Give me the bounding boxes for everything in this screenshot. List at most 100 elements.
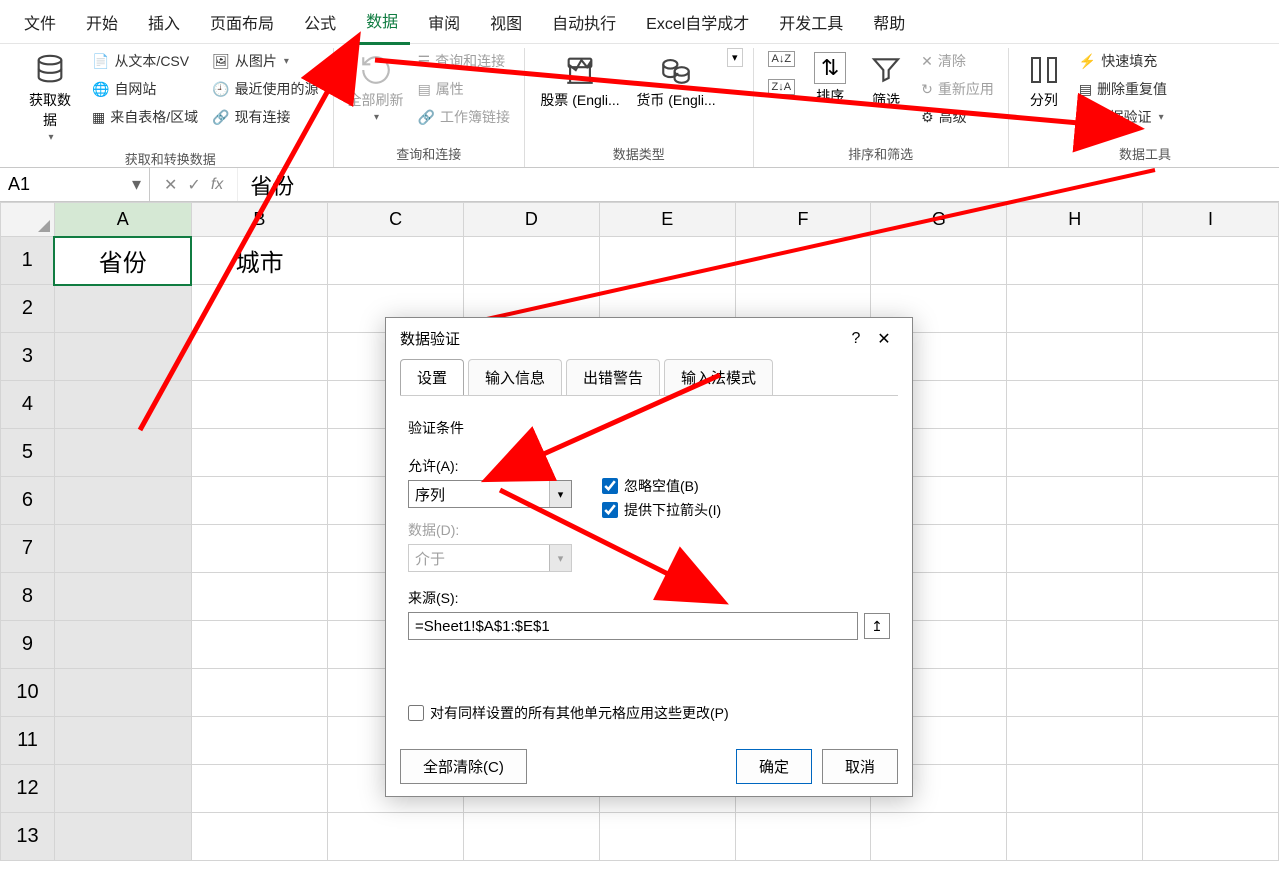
row-header-2[interactable]: 2 — [1, 285, 55, 333]
from-web-button[interactable]: 🌐自网站 — [88, 76, 202, 102]
col-header-G[interactable]: G — [871, 203, 1007, 237]
recent-sources-button[interactable]: 🕘最近使用的源 — [208, 76, 322, 102]
tab-layout[interactable]: 页面布局 — [198, 0, 286, 44]
cell-F1[interactable] — [735, 237, 871, 285]
from-picture-button[interactable]: 🖼从图片▾ — [208, 48, 322, 74]
cell-A9[interactable] — [54, 621, 191, 669]
apply-all-checkbox[interactable]: 对有同样设置的所有其他单元格应用这些更改(P) — [408, 703, 729, 723]
cell-E13[interactable] — [599, 813, 735, 861]
cell-A10[interactable] — [54, 669, 191, 717]
cell-H5[interactable] — [1007, 429, 1143, 477]
cell-B10[interactable] — [191, 669, 328, 717]
in-cell-dropdown-checkbox[interactable]: 提供下拉箭头(I) — [602, 500, 721, 520]
cell-G1[interactable] — [871, 237, 1007, 285]
dialog-tab-error-alert[interactable]: 出错警告 — [566, 359, 660, 395]
row-header-6[interactable]: 6 — [1, 477, 55, 525]
row-header-3[interactable]: 3 — [1, 333, 55, 381]
tab-file[interactable]: 文件 — [12, 0, 68, 44]
name-box[interactable]: A1 ▾ — [0, 168, 150, 201]
range-selector-button[interactable]: ↥ — [864, 613, 890, 639]
ignore-blank-input[interactable] — [602, 478, 618, 494]
cell-B2[interactable] — [191, 285, 328, 333]
cell-I5[interactable] — [1143, 429, 1279, 477]
col-header-F[interactable]: F — [735, 203, 871, 237]
queries-connections-button[interactable]: ☰查询和连接 — [414, 48, 514, 74]
cell-I2[interactable] — [1143, 285, 1279, 333]
source-input[interactable] — [408, 612, 858, 640]
advanced-filter-button[interactable]: ⚙高级 — [917, 104, 998, 130]
formula-input[interactable]: 省份 — [238, 169, 1279, 201]
cell-D13[interactable] — [464, 813, 600, 861]
row-header-13[interactable]: 13 — [1, 813, 55, 861]
enter-icon[interactable]: ✓ — [187, 175, 200, 195]
sort-asc-button[interactable]: A↓Z — [764, 48, 800, 70]
cell-A1[interactable]: 省份 — [54, 237, 191, 285]
existing-connections-button[interactable]: 🔗现有连接 — [208, 104, 322, 130]
cell-H1[interactable] — [1007, 237, 1143, 285]
chevron-down-icon[interactable]: ▾ — [549, 481, 571, 507]
cell-E1[interactable] — [599, 237, 735, 285]
ok-button[interactable]: 确定 — [736, 749, 812, 784]
stocks-button[interactable]: 股票 (Engli... — [535, 48, 625, 114]
row-header-7[interactable]: 7 — [1, 525, 55, 573]
col-header-I[interactable]: I — [1143, 203, 1279, 237]
dialog-titlebar[interactable]: 数据验证 ? ✕ — [386, 318, 912, 359]
cell-A4[interactable] — [54, 381, 191, 429]
cancel-icon[interactable]: ✕ — [164, 175, 177, 195]
cell-B12[interactable] — [191, 765, 328, 813]
cell-A13[interactable] — [54, 813, 191, 861]
cell-H6[interactable] — [1007, 477, 1143, 525]
sort-desc-button[interactable]: Z↓A — [764, 76, 800, 98]
cell-F13[interactable] — [735, 813, 871, 861]
dialog-tab-input-message[interactable]: 输入信息 — [468, 359, 562, 395]
cell-B9[interactable] — [191, 621, 328, 669]
flash-fill-button[interactable]: ⚡快速填充 — [1075, 48, 1171, 74]
sort-button[interactable]: ⇅ 排序 — [805, 48, 855, 110]
cell-A8[interactable] — [54, 573, 191, 621]
data-validation-button[interactable]: ✔数据验证▾ — [1075, 104, 1171, 130]
from-table-button[interactable]: ▦来自表格/区域 — [88, 104, 202, 130]
dialog-tab-ime-mode[interactable]: 输入法模式 — [664, 359, 773, 395]
currency-button[interactable]: 货币 (Engli... — [631, 48, 721, 114]
cell-H13[interactable] — [1007, 813, 1143, 861]
tab-view[interactable]: 视图 — [478, 0, 534, 44]
cell-B7[interactable] — [191, 525, 328, 573]
get-data-button[interactable]: 获取数 据 ▾ — [18, 48, 82, 147]
allow-select[interactable]: 序列 ▾ — [408, 480, 572, 508]
cell-H3[interactable] — [1007, 333, 1143, 381]
row-header-9[interactable]: 9 — [1, 621, 55, 669]
cell-I1[interactable] — [1143, 237, 1279, 285]
cell-I6[interactable] — [1143, 477, 1279, 525]
cell-H10[interactable] — [1007, 669, 1143, 717]
cell-H12[interactable] — [1007, 765, 1143, 813]
cell-I11[interactable] — [1143, 717, 1279, 765]
cell-I3[interactable] — [1143, 333, 1279, 381]
row-header-11[interactable]: 11 — [1, 717, 55, 765]
cancel-button[interactable]: 取消 — [822, 749, 898, 784]
col-header-E[interactable]: E — [599, 203, 735, 237]
col-header-B[interactable]: B — [191, 203, 328, 237]
tab-home[interactable]: 开始 — [74, 0, 130, 44]
cell-I4[interactable] — [1143, 381, 1279, 429]
cell-A3[interactable] — [54, 333, 191, 381]
cell-A5[interactable] — [54, 429, 191, 477]
cell-H11[interactable] — [1007, 717, 1143, 765]
close-button[interactable]: ✕ — [870, 329, 898, 349]
cell-A2[interactable] — [54, 285, 191, 333]
cell-B3[interactable] — [191, 333, 328, 381]
cell-H2[interactable] — [1007, 285, 1143, 333]
row-header-1[interactable]: 1 — [1, 237, 55, 285]
tab-developer[interactable]: 开发工具 — [767, 0, 855, 44]
cell-I10[interactable] — [1143, 669, 1279, 717]
filter-button[interactable]: 筛选 — [861, 48, 911, 114]
cell-C13[interactable] — [328, 813, 464, 861]
cell-I9[interactable] — [1143, 621, 1279, 669]
cell-D1[interactable] — [464, 237, 600, 285]
tab-data[interactable]: 数据 — [354, 0, 410, 45]
cell-I13[interactable] — [1143, 813, 1279, 861]
cell-C1[interactable] — [328, 237, 464, 285]
tab-insert[interactable]: 插入 — [136, 0, 192, 44]
cell-H7[interactable] — [1007, 525, 1143, 573]
from-text-csv-button[interactable]: 📄从文本/CSV — [88, 48, 202, 74]
cell-B6[interactable] — [191, 477, 328, 525]
